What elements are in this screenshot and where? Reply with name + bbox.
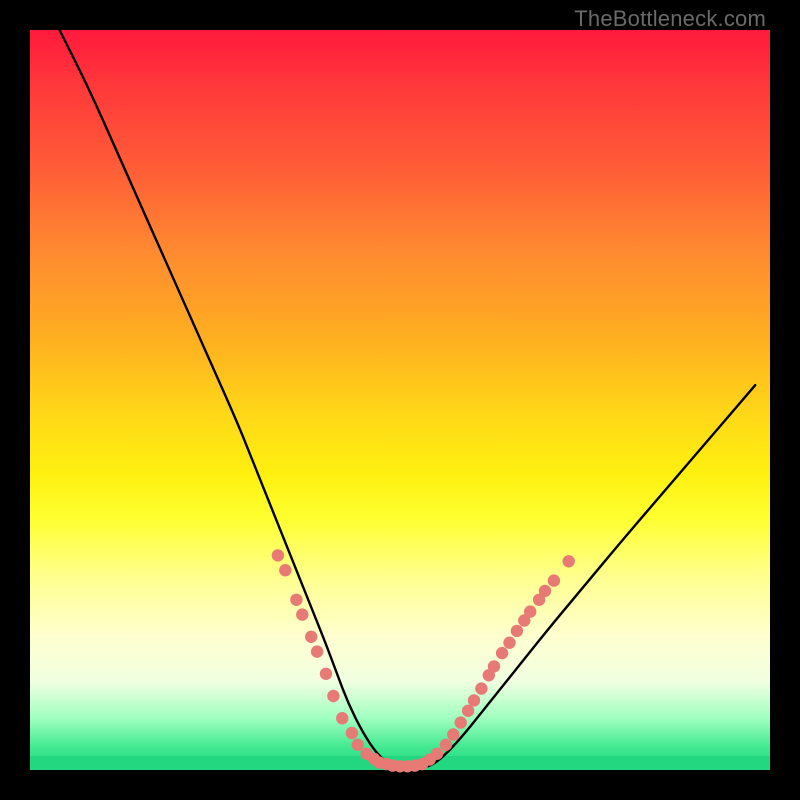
highlight-dot bbox=[539, 585, 551, 597]
highlight-dot bbox=[279, 564, 291, 576]
highlight-dot bbox=[488, 660, 500, 672]
highlight-dot bbox=[563, 555, 575, 567]
bottleneck-curve-svg bbox=[30, 30, 770, 770]
highlight-dots-group bbox=[272, 549, 575, 772]
highlight-dot bbox=[272, 549, 284, 561]
highlight-dot bbox=[305, 631, 317, 643]
highlight-dot bbox=[503, 637, 515, 649]
highlight-dot bbox=[346, 727, 358, 739]
highlight-dot bbox=[496, 647, 508, 659]
highlight-dot bbox=[447, 728, 459, 740]
highlight-dot bbox=[511, 625, 523, 637]
highlight-dot bbox=[475, 682, 487, 694]
highlight-dot bbox=[311, 645, 323, 657]
highlight-dot bbox=[440, 739, 452, 751]
highlight-dot bbox=[462, 705, 474, 717]
highlight-dot bbox=[548, 574, 560, 586]
highlight-dot bbox=[455, 716, 467, 728]
highlight-dot bbox=[290, 594, 302, 606]
bottleneck-curve bbox=[60, 30, 756, 769]
highlight-dot bbox=[468, 694, 480, 706]
highlight-dot bbox=[327, 690, 339, 702]
chart-frame: TheBottleneck.com bbox=[0, 0, 800, 800]
plot-area bbox=[30, 30, 770, 770]
highlight-dot bbox=[296, 608, 308, 620]
highlight-dot bbox=[320, 668, 332, 680]
highlight-dot bbox=[524, 605, 536, 617]
watermark-text: TheBottleneck.com bbox=[574, 6, 766, 32]
highlight-dot bbox=[431, 748, 443, 760]
highlight-dot bbox=[336, 712, 348, 724]
highlight-dot bbox=[352, 739, 364, 751]
